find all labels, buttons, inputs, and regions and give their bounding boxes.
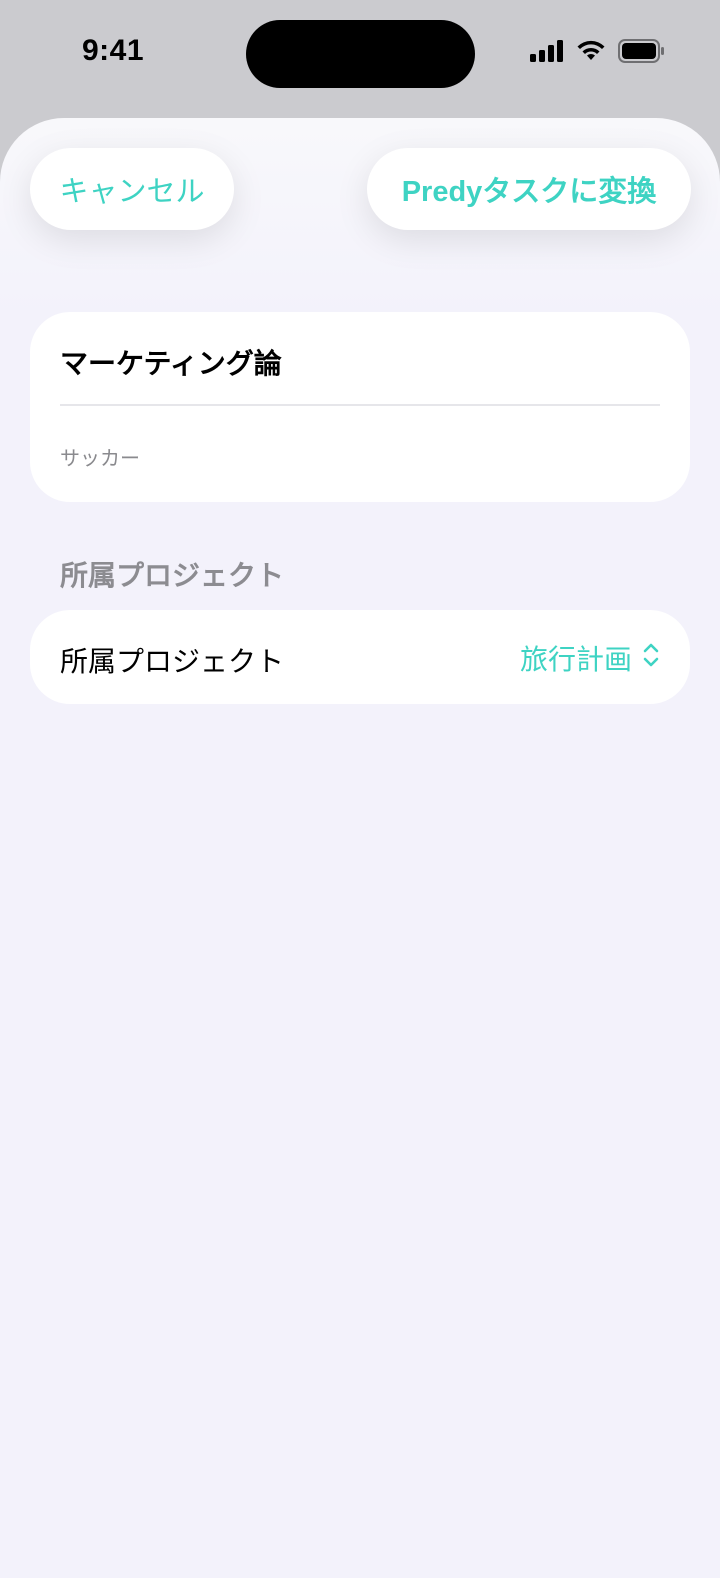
chevron-up-down-icon <box>642 641 660 676</box>
section-header-project: 所属プロジェクト <box>60 559 285 592</box>
divider <box>60 404 660 406</box>
project-selector[interactable]: 旅行計画 <box>520 638 660 678</box>
project-picker-row[interactable]: 所属プロジェクト 旅行計画 <box>30 610 690 704</box>
signal-icon <box>530 40 564 66</box>
task-detail-card: マーケティング論 サッカー <box>30 312 690 502</box>
dynamic-island <box>246 20 475 88</box>
project-selected-value: 旅行計画 <box>519 643 632 676</box>
convert-to-predy-task-button[interactable]: Predyタスクに変換 <box>367 148 691 230</box>
status-time: 9:41 <box>82 34 145 67</box>
cancel-button[interactable]: キャンセル <box>30 148 234 230</box>
task-title[interactable]: マーケティング論 <box>60 342 282 382</box>
status-icons <box>530 38 666 68</box>
status-bar: 9:41 <box>0 0 720 110</box>
battery-icon <box>618 39 666 67</box>
wifi-icon <box>576 40 606 66</box>
task-note[interactable]: サッカー <box>60 442 140 471</box>
project-row-label: 所属プロジェクト <box>60 645 285 678</box>
